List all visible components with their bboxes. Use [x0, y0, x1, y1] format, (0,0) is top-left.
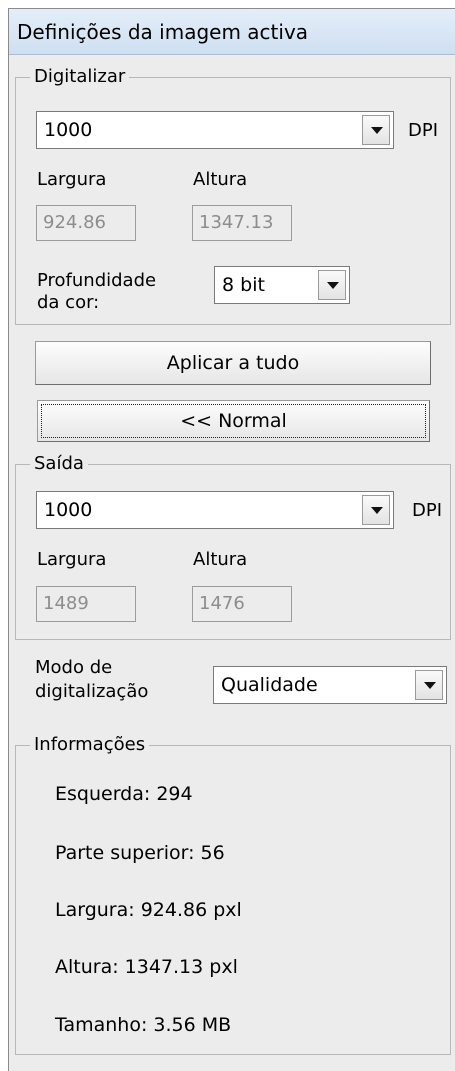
active-image-settings-panel: Definições da imagem activa Digitalizar … [8, 8, 455, 1071]
info-group-legend: Informações [30, 733, 150, 757]
info-size: Tamanho: 3.56 MB [55, 1014, 232, 1036]
color-depth-label-line2: da cor: [37, 292, 100, 313]
scan-mode-value: Qualidade [221, 674, 318, 696]
output-group: Saída 1000 DPI Largura Altura 1489 1476 [15, 452, 451, 640]
chevron-down-icon[interactable] [362, 495, 390, 525]
info-height: Altura: 1347.13 pxl [55, 956, 238, 978]
output-dpi-select[interactable]: 1000 [36, 491, 394, 529]
output-width-label: Largura [37, 549, 107, 570]
apply-to-all-button[interactable]: Aplicar a tudo [35, 341, 431, 385]
color-depth-label-line1: Profundidade [37, 270, 157, 291]
scan-height-label: Altura [193, 169, 248, 190]
color-depth-value: 8 bit [222, 274, 265, 296]
scan-mode-label-line2: digitalização [35, 681, 149, 702]
output-dpi-value: 1000 [44, 499, 93, 521]
output-width-field[interactable]: 1489 [36, 586, 136, 622]
output-group-legend: Saída [30, 452, 88, 476]
scan-dpi-unit: DPI [408, 120, 439, 141]
scan-mode-label-line1: Modo de [35, 657, 113, 678]
output-dpi-unit: DPI [412, 500, 443, 521]
scan-width-label: Largura [37, 169, 107, 190]
scan-group: Digitalizar 1000 DPI Largura Altura 924.… [15, 65, 451, 325]
color-depth-select[interactable]: 8 bit [214, 266, 350, 304]
output-height-field[interactable]: 1476 [192, 586, 292, 622]
scan-height-field[interactable]: 1347.13 [192, 205, 292, 241]
chevron-down-icon[interactable] [415, 670, 443, 700]
output-height-label: Altura [193, 549, 248, 570]
scan-dpi-value: 1000 [44, 119, 93, 141]
scan-group-legend: Digitalizar [30, 65, 130, 89]
scan-width-field[interactable]: 924.86 [36, 205, 136, 241]
chevron-down-icon[interactable] [362, 115, 390, 145]
info-left: Esquerda: 294 [55, 783, 193, 805]
chevron-down-icon[interactable] [318, 270, 346, 300]
scan-dpi-select[interactable]: 1000 [36, 111, 394, 149]
info-top: Parte superior: 56 [55, 842, 225, 864]
info-width: Largura: 924.86 pxl [55, 899, 242, 921]
panel-title: Definições da imagem activa [9, 9, 455, 55]
normal-mode-button[interactable]: << Normal [37, 400, 430, 442]
scan-mode-select[interactable]: Qualidade [213, 666, 447, 704]
